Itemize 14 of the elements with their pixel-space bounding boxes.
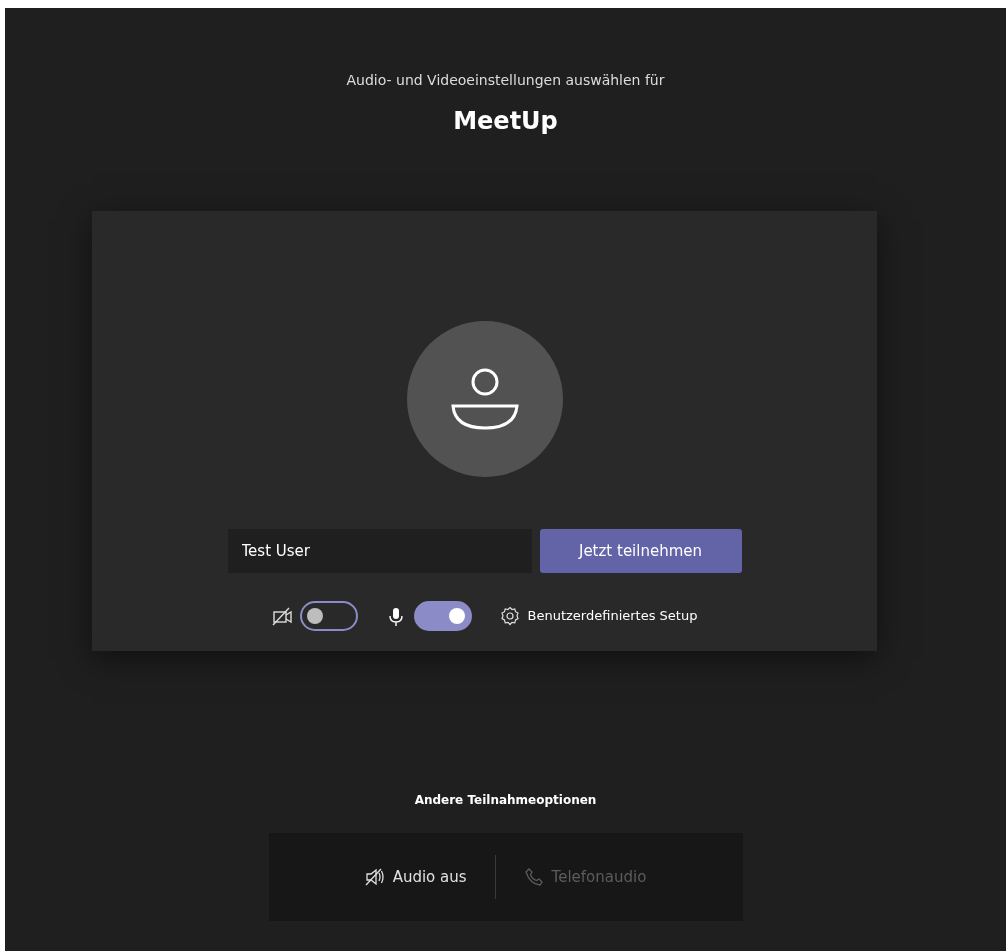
camera-toggle[interactable] [299,601,358,631]
heading: Audio- und Videoeinstellungen auswählen für [345,71,666,90]
phone-icon [523,867,544,887]
gear-icon [499,606,520,626]
camera-off-icon [271,605,292,627]
join-button[interactable]: Jetzt teilnehmen [539,529,742,573]
meeting-title: MeetUp [452,106,559,137]
section-title: Andere Teilnahmeoptionen [414,792,597,809]
person-icon [448,368,521,430]
speaker-off-icon [364,867,385,887]
microphone-toggle[interactable] [413,601,472,631]
audio-off-button[interactable]: Audio aus [336,865,495,889]
device-settings-button[interactable]: Benutzerdefiniertes Setup [499,606,698,626]
name-field[interactable]: Test User [227,529,532,573]
